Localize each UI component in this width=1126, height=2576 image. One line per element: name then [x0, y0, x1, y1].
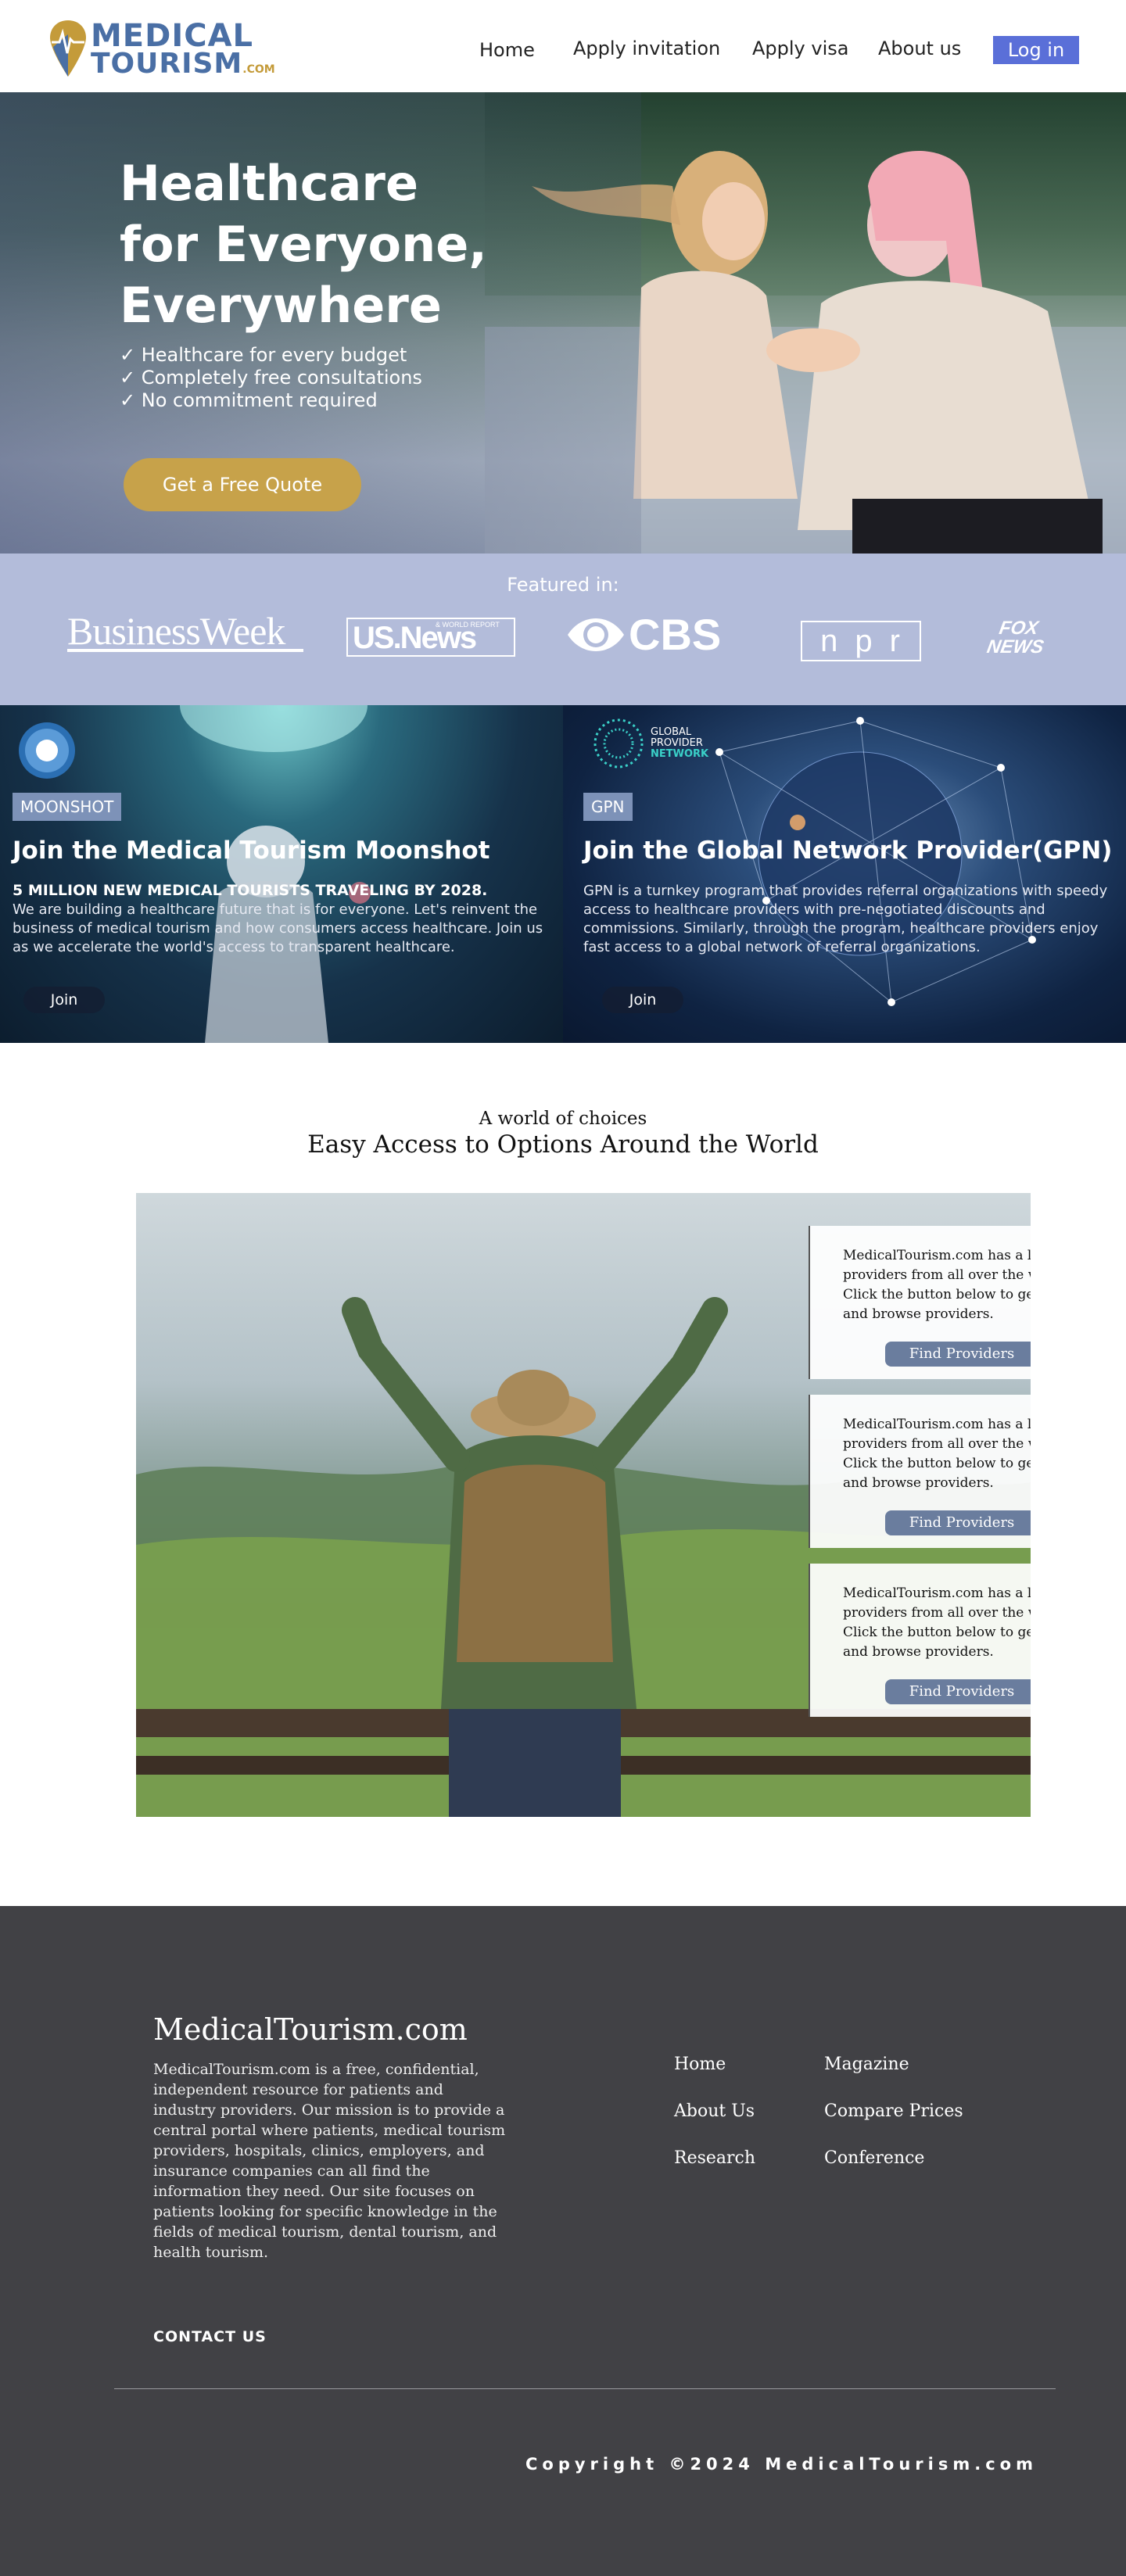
hero-title-line: Everywhere [120, 277, 442, 334]
gpn-card: GLOBAL PROVIDER NETWORK GPN Join the Glo… [563, 705, 1126, 1043]
moonshot-join-button[interactable]: Join [23, 987, 105, 1013]
gpn-logo-line: NETWORK [651, 748, 709, 760]
usnews-subtitle: & WORLD REPORT [436, 621, 500, 629]
nav-about-us[interactable]: About us [878, 38, 961, 59]
nav-apply-visa[interactable]: Apply visa [752, 38, 848, 59]
copyright-text: Copyright ©2024 MedicalTourism.com [525, 2455, 1038, 2474]
gpn-logo-line: GLOBAL [651, 726, 692, 738]
footer-link-conference[interactable]: Conference [824, 2148, 924, 2168]
hero-bullet: ✓ No commitment required [120, 389, 378, 411]
provider-card-text: MedicalTourism.com has a list of provide… [843, 1248, 1031, 1322]
footer-description: MedicalTourism.com is a free, confidenti… [153, 2061, 506, 2261]
provider-card: MedicalTourism.com has a list of provide… [809, 1564, 1031, 1717]
gpn-body: GPN is a turnkey program that provides r… [583, 883, 1108, 955]
site-footer: MedicalTourism.com MedicalTourism.com is… [0, 1906, 1126, 2576]
get-free-quote-button[interactable]: Get a Free Quote [124, 458, 361, 511]
moonshot-card: MOONSHOT Join the Medical Tourism Moonsh… [0, 705, 563, 1043]
npr-logo: npr [801, 621, 921, 661]
hero-bullet: ✓ Completely free consultations [120, 367, 422, 389]
site-logo[interactable]: MEDICAL TOURISM.COM [48, 19, 275, 78]
cbs-wordmark: CBS [629, 610, 722, 659]
nav-home[interactable]: Home [479, 39, 535, 61]
footer-link-magazine[interactable]: Magazine [824, 2055, 909, 2074]
footer-link-home[interactable]: Home [674, 2055, 726, 2074]
fox-news-logo: FOX NEWS [985, 618, 1045, 657]
find-providers-button[interactable]: Find Providers [885, 1510, 1031, 1535]
hero-title-line: Healthcare [120, 155, 419, 212]
gpn-title: Join the Global Network Provider(GPN) [583, 837, 1113, 865]
businessweek-logo: BusinessWeek [67, 611, 303, 652]
gpn-badge: GPN [583, 793, 633, 821]
featured-label: Featured in: [507, 574, 619, 596]
hero-bullets: ✓ Healthcare for every budget ✓ Complete… [120, 344, 422, 412]
logo-line-tourism: TOURISM.COM [91, 50, 275, 78]
featured-in-section: Featured in: BusinessWeek US.News & WORL… [0, 554, 1126, 705]
find-providers-button[interactable]: Find Providers [885, 1342, 1031, 1367]
gpn-globe-icon [593, 718, 644, 769]
hero-title: Healthcare for Everyone, Everywhere [120, 153, 558, 336]
choices-kicker: A world of choices [479, 1109, 647, 1129]
footer-link-about-us[interactable]: About Us [674, 2101, 755, 2121]
moonshot-title: Join the Medical Tourism Moonshot [13, 837, 490, 865]
nav-apply-invitation[interactable]: Apply invitation [573, 38, 720, 59]
logo-tourism: TOURISM [91, 48, 243, 80]
choices-title: Easy Access to Options Around the World [307, 1130, 819, 1159]
gpn-logo-text: GLOBAL PROVIDER NETWORK [651, 727, 708, 760]
provider-card-text: MedicalTourism.com has a list of provide… [843, 1585, 1031, 1660]
site-header: MEDICAL TOURISM.COM Home Apply invitatio… [0, 0, 1126, 92]
find-providers-button[interactable]: Find Providers [885, 1679, 1031, 1704]
contact-us-link[interactable]: CONTACT US [153, 2328, 267, 2345]
moonshot-badge: MOONSHOT [13, 793, 122, 821]
hero-title-line: for Everyone, [120, 216, 487, 273]
gpn-logo-line: PROVIDER [651, 737, 703, 749]
hero-bullet: ✓ Healthcare for every budget [120, 344, 407, 366]
gpn-logo: GLOBAL PROVIDER NETWORK [591, 716, 724, 771]
logo-wordmark: MEDICAL TOURISM.COM [91, 20, 275, 78]
moonshot-subtitle: 5 MILLION NEW MEDICAL TOURISTS TRAVELING… [13, 882, 488, 899]
login-button[interactable]: Log in [993, 36, 1079, 64]
footer-divider [114, 2388, 1056, 2389]
logo-dotcom: .COM [242, 63, 275, 76]
cbs-logo: CBS [566, 610, 757, 659]
moonshot-seal-icon [19, 722, 75, 779]
moonshot-body: We are building a healthcare future that… [13, 901, 543, 955]
hero-section: Healthcare for Everyone, Everywhere ✓ He… [0, 92, 1126, 554]
footer-link-research[interactable]: Research [674, 2148, 755, 2168]
provider-card: MedicalTourism.com has a list of provide… [809, 1395, 1031, 1548]
provider-card-text: MedicalTourism.com has a list of provide… [843, 1417, 1031, 1491]
footer-brand: MedicalTourism.com [153, 2012, 468, 2047]
usnews-logo: US.News & WORLD REPORT [346, 618, 515, 657]
footer-link-compare-prices[interactable]: Compare Prices [824, 2101, 963, 2121]
provider-card: MedicalTourism.com has a list of provide… [809, 1226, 1031, 1379]
gpn-join-button[interactable]: Join [602, 987, 683, 1013]
logo-line-medical: MEDICAL [91, 18, 254, 54]
cbs-eye-icon [568, 618, 624, 651]
logo-pin-icon [50, 20, 86, 77]
choices-section: MedicalTourism.com has a list of provide… [136, 1193, 1031, 1817]
